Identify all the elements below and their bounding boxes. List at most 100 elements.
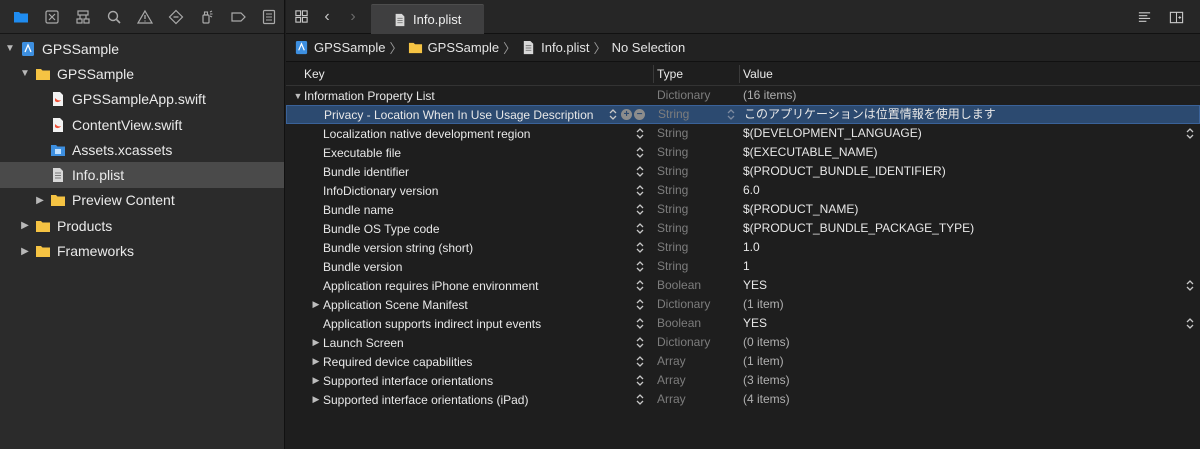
plist-type-cell[interactable]: Dictionary bbox=[654, 86, 740, 105]
warning-icon[interactable] bbox=[130, 0, 161, 34]
plist-type-cell[interactable]: Dictionary bbox=[654, 295, 740, 314]
grid-related-items-icon[interactable] bbox=[288, 0, 314, 34]
type-stepper-icon[interactable] bbox=[725, 107, 737, 122]
disclosure-closed-icon[interactable]: ▶ bbox=[309, 356, 323, 367]
plist-value-cell[interactable]: (4 items) bbox=[740, 390, 1200, 409]
key-stepper-icon[interactable] bbox=[634, 278, 646, 293]
value-popup-stepper-icon[interactable] bbox=[1184, 316, 1196, 331]
plist-key-cell[interactable]: Bundle version string (short) bbox=[286, 238, 654, 257]
test-diamond-icon[interactable] bbox=[160, 0, 191, 34]
plist-type-cell[interactable]: String bbox=[654, 219, 740, 238]
column-header-key[interactable]: Key bbox=[286, 64, 654, 83]
plist-key-cell[interactable]: ▶ Required device capabilities bbox=[286, 352, 654, 371]
plist-type-cell[interactable]: String bbox=[654, 200, 740, 219]
breadcrumb-group[interactable]: GPSSample bbox=[408, 40, 499, 55]
plist-value-cell[interactable]: (0 items) bbox=[740, 333, 1200, 352]
plist-row[interactable]: Executable file String $(EXECUTABLE_NAME) bbox=[286, 143, 1200, 162]
disclosure-closed-icon[interactable]: ▶ bbox=[309, 394, 323, 405]
plist-key-cell[interactable]: Bundle version bbox=[286, 257, 654, 276]
key-stepper-icon[interactable] bbox=[634, 297, 646, 312]
value-popup-stepper-icon[interactable] bbox=[1184, 278, 1196, 293]
plist-row[interactable]: ▶ Supported interface orientations Array (3… bbox=[286, 371, 1200, 390]
add-row-button[interactable]: + bbox=[621, 109, 632, 120]
plist-row[interactable]: Bundle version String 1 bbox=[286, 257, 1200, 276]
key-stepper-icon[interactable] bbox=[634, 126, 646, 141]
plist-key-cell[interactable]: Executable file bbox=[286, 143, 654, 162]
value-popup-stepper-icon[interactable] bbox=[1184, 126, 1196, 141]
key-stepper-icon[interactable] bbox=[634, 354, 646, 369]
plist-row[interactable]: Application supports indirect input even… bbox=[286, 314, 1200, 333]
plist-type-cell[interactable]: Array bbox=[654, 352, 740, 371]
tree-item-group-gpssample[interactable]: ▼ GPSSample bbox=[0, 61, 284, 86]
plist-value-cell[interactable]: 1.0 bbox=[740, 238, 1200, 257]
key-stepper-icon[interactable] bbox=[634, 145, 646, 160]
disclosure-closed-icon[interactable]: ▶ bbox=[309, 375, 323, 386]
plist-key-cell[interactable]: Application requires iPhone environment bbox=[286, 276, 654, 295]
key-stepper-icon[interactable] bbox=[607, 107, 619, 122]
plist-type-cell[interactable]: String bbox=[654, 181, 740, 200]
plist-key-cell[interactable]: ▶ Application Scene Manifest bbox=[286, 295, 654, 314]
key-stepper-icon[interactable] bbox=[634, 335, 646, 350]
breadcrumb-selection[interactable]: No Selection bbox=[612, 40, 686, 55]
plist-type-cell[interactable]: String bbox=[654, 143, 740, 162]
plist-key-cell[interactable]: InfoDictionary version bbox=[286, 181, 654, 200]
plist-type-cell[interactable]: Boolean bbox=[654, 314, 740, 333]
plist-row[interactable]: Bundle version string (short) String 1.0 bbox=[286, 238, 1200, 257]
plist-row[interactable]: Bundle identifier String $(PRODUCT_BUNDLE_… bbox=[286, 162, 1200, 181]
plist-type-cell[interactable]: Boolean bbox=[654, 276, 740, 295]
tree-item-gpssampleapp-swift[interactable]: GPSSampleApp.swift bbox=[0, 87, 284, 112]
report-list-icon[interactable] bbox=[253, 0, 284, 34]
plist-row[interactable]: InfoDictionary version String 6.0 bbox=[286, 181, 1200, 200]
tree-item-contentview-swift[interactable]: ContentView.swift bbox=[0, 112, 284, 137]
plist-type-cell[interactable]: String bbox=[654, 124, 740, 143]
plist-key-cell[interactable]: ▶ Launch Screen bbox=[286, 333, 654, 352]
plist-type-cell[interactable]: Dictionary bbox=[654, 333, 740, 352]
plist-value-cell[interactable]: (1 item) bbox=[740, 295, 1200, 314]
disclosure-closed-icon[interactable]: ▶ bbox=[19, 220, 31, 232]
plist-type-cell[interactable]: String bbox=[654, 162, 740, 181]
plist-key-cell[interactable]: Privacy - Location When In Use Usage Des… bbox=[287, 105, 655, 124]
breadcrumb-project[interactable]: GPSSample bbox=[294, 40, 386, 55]
plist-key-cell[interactable]: Bundle name bbox=[286, 200, 654, 219]
plist-row[interactable]: ▶ Launch Screen Dictionary (0 items) bbox=[286, 333, 1200, 352]
plist-value-cell[interactable]: このアプリケーションは位置情報を使用します bbox=[741, 105, 1199, 124]
plist-type-cell[interactable]: Array bbox=[654, 390, 740, 409]
back-chevron-icon[interactable]: ‹ bbox=[314, 0, 340, 34]
plist-row[interactable]: Bundle name String $(PRODUCT_NAME) bbox=[286, 200, 1200, 219]
tree-item-frameworks[interactable]: ▶ Frameworks bbox=[0, 238, 284, 263]
plist-row[interactable]: Bundle OS Type code String $(PRODUCT_BUNDL… bbox=[286, 219, 1200, 238]
search-icon[interactable] bbox=[99, 0, 130, 34]
editor-options-icon[interactable] bbox=[1128, 0, 1160, 34]
key-stepper-icon[interactable] bbox=[634, 183, 646, 198]
plist-value-cell[interactable]: (3 items) bbox=[740, 371, 1200, 390]
key-stepper-icon[interactable] bbox=[634, 259, 646, 274]
column-header-type[interactable]: Type bbox=[654, 64, 740, 83]
key-stepper-icon[interactable] bbox=[634, 316, 646, 331]
plist-key-cell[interactable]: Bundle OS Type code bbox=[286, 219, 654, 238]
disclosure-closed-icon[interactable]: ▶ bbox=[309, 299, 323, 310]
plist-key-cell[interactable]: ▼ Information Property List bbox=[286, 86, 654, 105]
tab-info-plist[interactable]: Info.plist bbox=[371, 4, 484, 34]
plist-value-cell[interactable]: $(DEVELOPMENT_LANGUAGE) bbox=[740, 124, 1200, 143]
forward-chevron-icon[interactable]: › bbox=[340, 0, 366, 34]
plist-value-cell[interactable]: YES bbox=[740, 314, 1200, 333]
disclosure-closed-icon[interactable]: ▶ bbox=[34, 194, 46, 206]
plist-key-cell[interactable]: ▶ Supported interface orientations (iPad) bbox=[286, 390, 654, 409]
disclosure-closed-icon[interactable]: ▶ bbox=[309, 337, 323, 348]
plist-value-cell[interactable]: 1 bbox=[740, 257, 1200, 276]
column-header-value[interactable]: Value bbox=[740, 65, 773, 83]
plist-key-cell[interactable]: ▶ Supported interface orientations bbox=[286, 371, 654, 390]
plist-value-cell[interactable]: $(PRODUCT_NAME) bbox=[740, 200, 1200, 219]
tree-item-project[interactable]: ▼ GPSSample bbox=[0, 36, 284, 61]
plist-row[interactable]: Application requires iPhone environment B… bbox=[286, 276, 1200, 295]
key-stepper-icon[interactable] bbox=[634, 373, 646, 388]
disclosure-closed-icon[interactable]: ▶ bbox=[19, 245, 31, 257]
key-stepper-icon[interactable] bbox=[634, 164, 646, 179]
key-stepper-icon[interactable] bbox=[634, 240, 646, 255]
plist-row[interactable]: ▶ Required device capabilities Array (1 ite… bbox=[286, 352, 1200, 371]
plist-key-cell[interactable]: Bundle identifier bbox=[286, 162, 654, 181]
plist-value-cell[interactable]: 6.0 bbox=[740, 181, 1200, 200]
add-editor-icon[interactable] bbox=[1160, 0, 1192, 34]
disclosure-open-icon[interactable]: ▼ bbox=[4, 43, 16, 55]
key-stepper-icon[interactable] bbox=[634, 392, 646, 407]
